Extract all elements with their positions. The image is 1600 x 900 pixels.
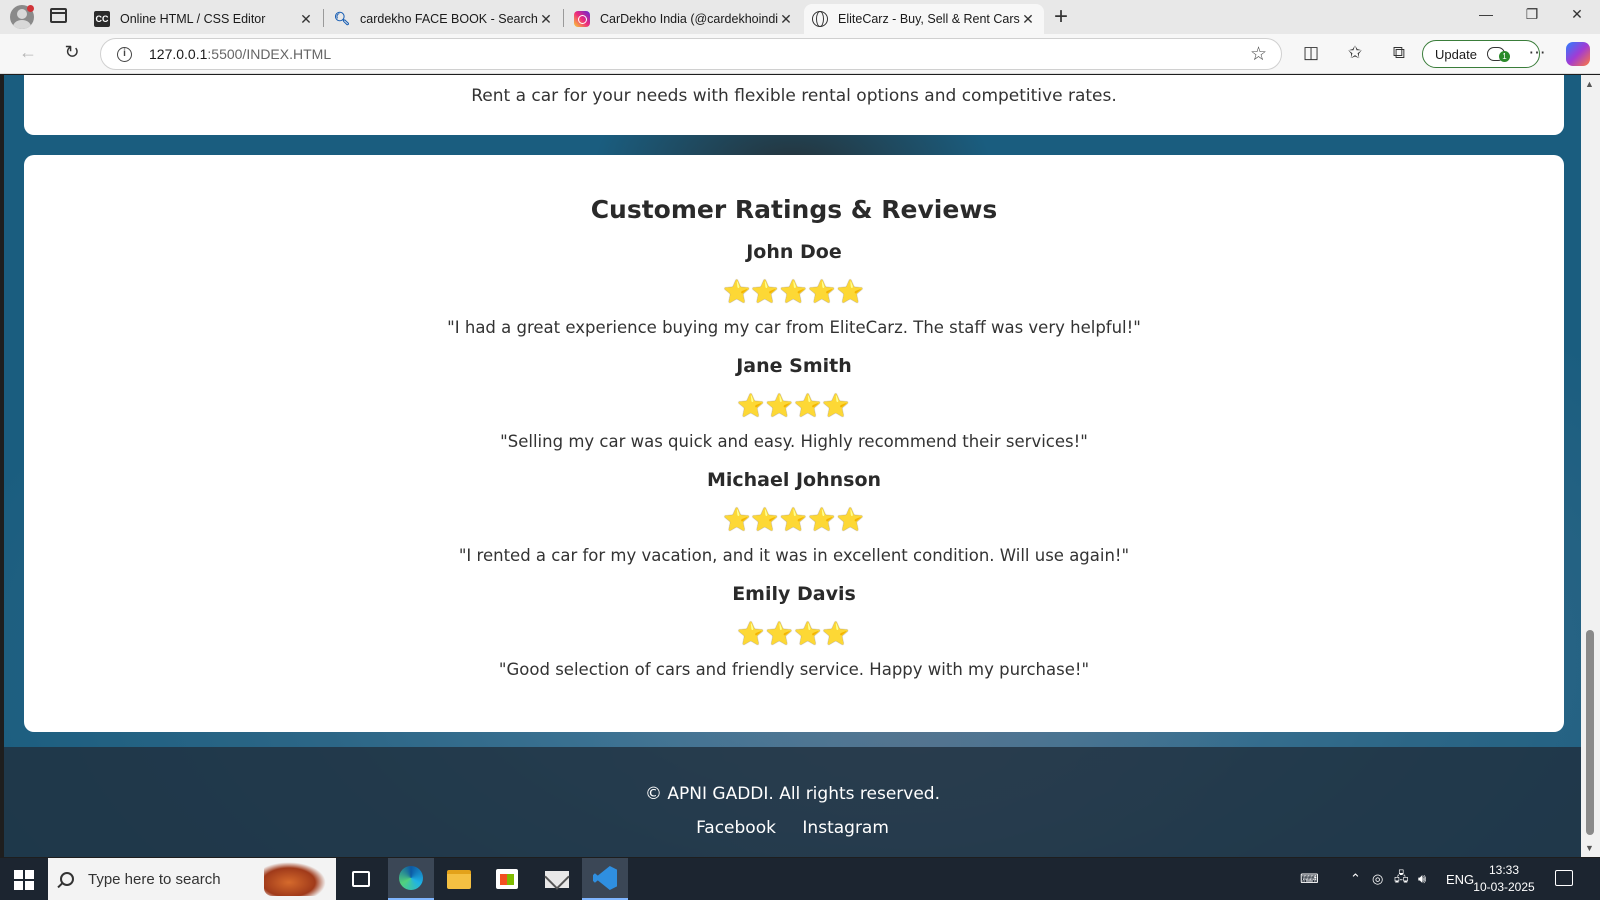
update-button[interactable]: Update [1422, 40, 1540, 68]
edge-icon [399, 866, 423, 890]
tab-title: EliteCarz - Buy, Sell & Rent Cars [838, 12, 1020, 26]
page-viewport: Rent a car for your needs with flexible … [4, 75, 1581, 857]
vscode-icon [593, 866, 617, 890]
rent-description: Rent a car for your needs with flexible … [471, 86, 1117, 106]
review-text: "I had a great experience buying my car … [447, 318, 1141, 337]
tab-elitecarz[interactable]: EliteCarz - Buy, Sell & Rent Cars ✕ [804, 4, 1044, 34]
more-options-icon[interactable]: ⋯ [1526, 43, 1548, 63]
favorites-icon[interactable]: ✩ [1344, 43, 1366, 63]
review-text: "Good selection of cars and friendly ser… [498, 660, 1090, 679]
mail-icon [545, 870, 569, 888]
search-icon [60, 872, 74, 886]
taskbar-search-placeholder: Type here to search [88, 870, 221, 888]
close-icon[interactable]: ✕ [298, 11, 314, 28]
footer-link-facebook[interactable]: Facebook [696, 818, 776, 838]
reviews-card: Customer Ratings & Reviews John Doe ⭐⭐⭐⭐… [24, 155, 1564, 732]
start-button[interactable] [14, 870, 34, 890]
task-view-button[interactable] [338, 858, 384, 900]
star-rating: ⭐⭐⭐⭐⭐ [723, 279, 865, 304]
notification-center-icon[interactable] [1555, 870, 1573, 886]
reviewer-name: Jane Smith [736, 355, 852, 377]
star-rating: ⭐⭐⭐⭐ [737, 621, 851, 646]
tab-title: CarDekho India (@cardekhoindia) [600, 12, 778, 26]
taskbar-file-explorer[interactable] [436, 858, 482, 900]
tab-separator [323, 9, 324, 27]
volume-icon[interactable]: 🔊︎ [1418, 858, 1426, 900]
url-text: 127.0.0.1:5500/INDEX.HTML [149, 46, 331, 62]
show-hidden-icons-icon[interactable]: ⌃ [1350, 858, 1361, 900]
reviewer-name: Michael Johnson [706, 469, 882, 491]
instagram-icon [574, 11, 590, 27]
scroll-down-icon[interactable]: ▼ [1585, 843, 1594, 853]
taskbar-clock[interactable]: 13:33 10-03-2025 [1470, 862, 1538, 896]
url-path: :5500/INDEX.HTML [207, 46, 332, 62]
keyboard-icon[interactable]: ⌨ [1300, 858, 1319, 900]
update-badge-icon [1486, 47, 1510, 62]
review-text: "I rented a car for my vacation, and it … [458, 546, 1130, 565]
task-view-icon [352, 871, 370, 887]
tab-online-html-editor[interactable]: CC Online HTML / CSS Editor ✕ [86, 4, 322, 34]
taskbar-store[interactable] [484, 858, 530, 900]
close-icon[interactable]: ✕ [1020, 11, 1036, 28]
tab-cardekho-search[interactable]: 🔍︎ cardekho FACE BOOK - Search ✕ [326, 4, 562, 34]
footer-copyright: © APNI GADDI. All rights reserved. [644, 784, 940, 804]
address-bar[interactable]: i 127.0.0.1:5500/INDEX.HTML ☆ [100, 38, 1282, 70]
folder-icon [447, 869, 471, 889]
minimize-button[interactable]: — [1463, 6, 1509, 22]
info-icon[interactable]: i [117, 47, 132, 62]
notification-dot [27, 5, 34, 12]
reviewer-name: John Doe [746, 241, 842, 263]
tab-separator [563, 9, 564, 27]
scroll-thumb[interactable] [1586, 630, 1594, 835]
tab-title: Online HTML / CSS Editor [120, 12, 266, 26]
tab-title: cardekho FACE BOOK - Search [360, 12, 538, 26]
tab-cardekho-instagram[interactable]: CarDekho India (@cardekhoindia) ✕ [566, 4, 802, 34]
close-icon[interactable]: ✕ [538, 11, 554, 28]
clock-date: 10-03-2025 [1473, 880, 1535, 894]
cc-icon: CC [94, 11, 110, 27]
star-rating: ⭐⭐⭐⭐ [737, 393, 851, 418]
windows-taskbar: Type here to search ⌨ ⌃ ◎ 🖧 🔊︎ ENG 13:33… [0, 858, 1600, 900]
reviewer-name: Emily Davis [732, 583, 856, 605]
taskbar-edge[interactable] [388, 858, 434, 900]
refresh-button[interactable]: ↻ [60, 42, 84, 63]
store-icon [496, 869, 518, 889]
taskbar-vscode[interactable] [582, 858, 628, 900]
taskbar-mail[interactable] [534, 858, 580, 900]
rent-card: Rent a car for your needs with flexible … [24, 75, 1564, 135]
collections-icon[interactable]: ⧉ [1388, 43, 1410, 63]
page-scrollbar[interactable]: ▲ ▼ [1581, 75, 1600, 857]
star-rating: ⭐⭐⭐⭐⭐ [723, 507, 865, 532]
copilot-icon[interactable] [1566, 42, 1590, 66]
meet-now-icon[interactable]: ◎ [1372, 858, 1383, 900]
review-text: "Selling my car was quick and easy. High… [500, 432, 1088, 451]
close-window-button[interactable]: ✕ [1554, 6, 1600, 23]
page-footer: © APNI GADDI. All rights reserved. Faceb… [4, 747, 1581, 857]
reviews-heading: Customer Ratings & Reviews [590, 195, 998, 224]
taskbar-search-box[interactable]: Type here to search [48, 858, 336, 900]
globe-icon [812, 11, 828, 27]
tab-actions-icon[interactable] [50, 8, 67, 23]
back-button[interactable]: ← [16, 42, 40, 63]
network-icon[interactable]: 🖧 [1394, 858, 1409, 900]
restore-button[interactable]: ❐ [1509, 6, 1555, 23]
scroll-up-icon[interactable]: ▲ [1585, 79, 1594, 89]
favorite-star-icon[interactable]: ☆ [1250, 43, 1267, 66]
new-tab-button[interactable]: + [1054, 4, 1068, 30]
tab-strip: CC Online HTML / CSS Editor ✕ 🔍︎ cardekh… [0, 0, 1600, 34]
clock-time: 13:33 [1488, 863, 1520, 877]
search-highlight-image [264, 862, 326, 896]
update-label: Update [1435, 46, 1477, 62]
footer-links: Facebook Instagram [4, 818, 1581, 838]
url-host: 127.0.0.1 [149, 46, 208, 62]
split-screen-icon[interactable]: ◫ [1300, 43, 1322, 63]
close-icon[interactable]: ✕ [778, 11, 794, 28]
browser-toolbar: ← ↻ i 127.0.0.1:5500/INDEX.HTML ☆ ◫ ✩ ⧉ … [0, 34, 1600, 74]
search-icon: 🔍︎ [333, 11, 351, 26]
footer-link-instagram[interactable]: Instagram [802, 818, 889, 838]
